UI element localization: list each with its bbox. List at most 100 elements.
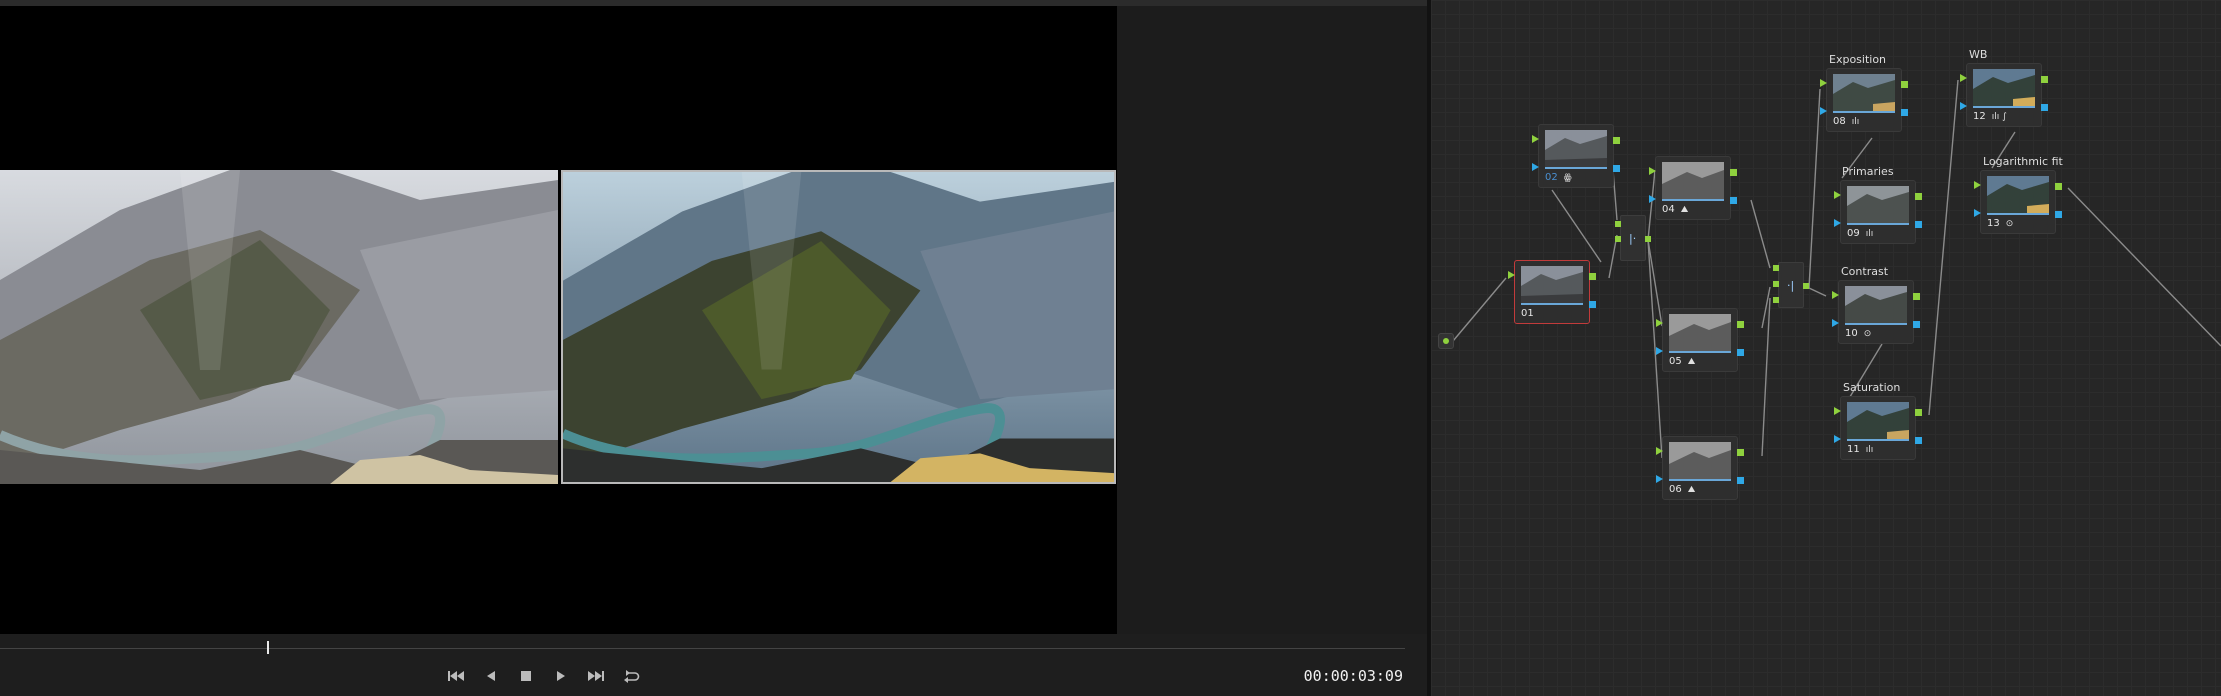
mixer-input-port[interactable]	[1615, 221, 1621, 227]
rgb-output-port[interactable]	[1913, 293, 1920, 300]
source-input-node[interactable]	[1438, 333, 1454, 349]
node-editor[interactable]: 01 02 ꙮ |· 04 ⛰ 05 ⛰ 06 ⛰ ·| Exposition …	[1431, 0, 2221, 696]
rgb-output-port[interactable]	[1915, 409, 1922, 416]
node-thumbnail	[1669, 314, 1731, 351]
node-02[interactable]: 02 ꙮ	[1532, 124, 1620, 188]
landscape-image	[563, 172, 1114, 482]
node-01[interactable]: 01	[1508, 260, 1596, 324]
stop-icon	[521, 671, 531, 681]
alpha-output-port[interactable]	[1915, 221, 1922, 228]
node-number: 02	[1545, 172, 1558, 183]
node-12[interactable]: 12 ılı ∫	[1960, 63, 2048, 127]
jump-to-end-button[interactable]	[585, 665, 607, 687]
node-thumbnail	[1845, 286, 1907, 323]
alpha-output-port[interactable]	[1913, 321, 1920, 328]
rgb-input-port[interactable]	[1508, 271, 1515, 279]
node-label: Exposition	[1829, 53, 1887, 66]
alpha-output-port[interactable]	[1730, 197, 1737, 204]
node-tool-icon: ılı ∫	[1991, 111, 2007, 122]
alpha-output-port[interactable]	[2055, 211, 2062, 218]
node-thumbnail	[1662, 162, 1724, 199]
alpha-output-port[interactable]	[1613, 165, 1620, 172]
node-13[interactable]: 13 ⊙	[1974, 170, 2062, 234]
rgb-output-port[interactable]	[1737, 449, 1744, 456]
rgb-output-port[interactable]	[1589, 273, 1596, 280]
rgb-input-port[interactable]	[1656, 319, 1663, 327]
viewer-canvas[interactable]	[0, 6, 1117, 634]
mixer-output-port[interactable]	[1645, 236, 1651, 242]
node-number: 09	[1847, 228, 1860, 239]
key-input-port[interactable]	[1974, 209, 1981, 217]
rgb-input-port[interactable]	[1960, 74, 1967, 82]
viewer-side-area	[1117, 6, 1427, 634]
alpha-output-port[interactable]	[1737, 349, 1744, 356]
node-thumbnail-bar	[1669, 479, 1731, 481]
alpha-output-port[interactable]	[1737, 477, 1744, 484]
rgb-output-port[interactable]	[1613, 137, 1620, 144]
rgb-output-port[interactable]	[2055, 183, 2062, 190]
node-thumbnail	[1847, 186, 1909, 223]
mixer-input-port[interactable]	[1773, 265, 1779, 271]
node-number: 04	[1662, 204, 1675, 215]
node-number: 08	[1833, 116, 1846, 127]
mixer-output-port[interactable]	[1803, 283, 1809, 289]
rgb-output-port[interactable]	[1737, 321, 1744, 328]
key-input-port[interactable]	[1656, 347, 1663, 355]
rgb-input-port[interactable]	[1656, 447, 1663, 455]
node-tool-icon: ꙮ	[1563, 172, 1572, 183]
node-11[interactable]: 11 ılı	[1834, 396, 1922, 460]
rgb-input-port[interactable]	[1532, 135, 1539, 143]
timeline-scrubber[interactable]	[0, 648, 1405, 649]
node-label: Saturation	[1843, 381, 1901, 394]
mixer-input-port[interactable]	[1773, 297, 1779, 303]
play-reverse-button[interactable]	[480, 665, 502, 687]
key-input-port[interactable]	[1656, 475, 1663, 483]
key-input-port[interactable]	[1532, 163, 1539, 171]
node-number: 13	[1987, 218, 2000, 229]
rgb-input-port[interactable]	[1834, 407, 1841, 415]
node-10[interactable]: 10 ⊙	[1832, 280, 1920, 344]
node-thumbnail	[1521, 266, 1583, 303]
playhead[interactable]	[267, 641, 269, 654]
node-thumbnail-bar	[1845, 323, 1907, 325]
rgb-input-port[interactable]	[1834, 191, 1841, 199]
node-tool-icon: ⛰	[1687, 356, 1696, 367]
rgb-output-port[interactable]	[1915, 193, 1922, 200]
loop-button[interactable]	[620, 665, 642, 687]
key-input-port[interactable]	[1820, 107, 1827, 115]
rgb-output-port[interactable]	[1730, 169, 1737, 176]
node-09[interactable]: 09 ılı	[1834, 180, 1922, 244]
key-input-port[interactable]	[1834, 435, 1841, 443]
layer-mixer-node[interactable]: |·	[1615, 215, 1651, 261]
rgb-output-port[interactable]	[2041, 76, 2048, 83]
layer-mixer-node[interactable]: ·|	[1773, 262, 1809, 308]
alpha-output-port[interactable]	[1915, 437, 1922, 444]
node-08[interactable]: 08 ılı	[1820, 68, 1908, 132]
alpha-output-port[interactable]	[1901, 109, 1908, 116]
node-thumbnail-bar	[1847, 223, 1909, 225]
node-label: Contrast	[1841, 265, 1889, 278]
play-forward-button[interactable]	[550, 665, 572, 687]
mixer-input-port[interactable]	[1773, 281, 1779, 287]
key-input-port[interactable]	[1832, 319, 1839, 327]
key-input-port[interactable]	[1960, 102, 1967, 110]
stop-button[interactable]	[515, 665, 537, 687]
node-05[interactable]: 05 ⛰	[1656, 308, 1744, 372]
rgb-input-port[interactable]	[1974, 181, 1981, 189]
key-input-port[interactable]	[1649, 195, 1656, 203]
alpha-output-port[interactable]	[1589, 301, 1596, 308]
node-number: 10	[1845, 328, 1858, 339]
node-tool-icon: ⊙	[2005, 218, 2014, 229]
node-04[interactable]: 04 ⛰	[1649, 156, 1737, 220]
alpha-output-port[interactable]	[2041, 104, 2048, 111]
rgb-input-port[interactable]	[1649, 167, 1656, 175]
rgb-input-port[interactable]	[1820, 79, 1827, 87]
node-06[interactable]: 06 ⛰	[1656, 436, 1744, 500]
loop-icon	[624, 670, 640, 683]
node-thumbnail-bar	[1847, 439, 1909, 441]
jump-to-start-button[interactable]	[445, 665, 467, 687]
rgb-output-port[interactable]	[1901, 81, 1908, 88]
rgb-input-port[interactable]	[1832, 291, 1839, 299]
mixer-input-port[interactable]	[1615, 236, 1621, 242]
key-input-port[interactable]	[1834, 219, 1841, 227]
